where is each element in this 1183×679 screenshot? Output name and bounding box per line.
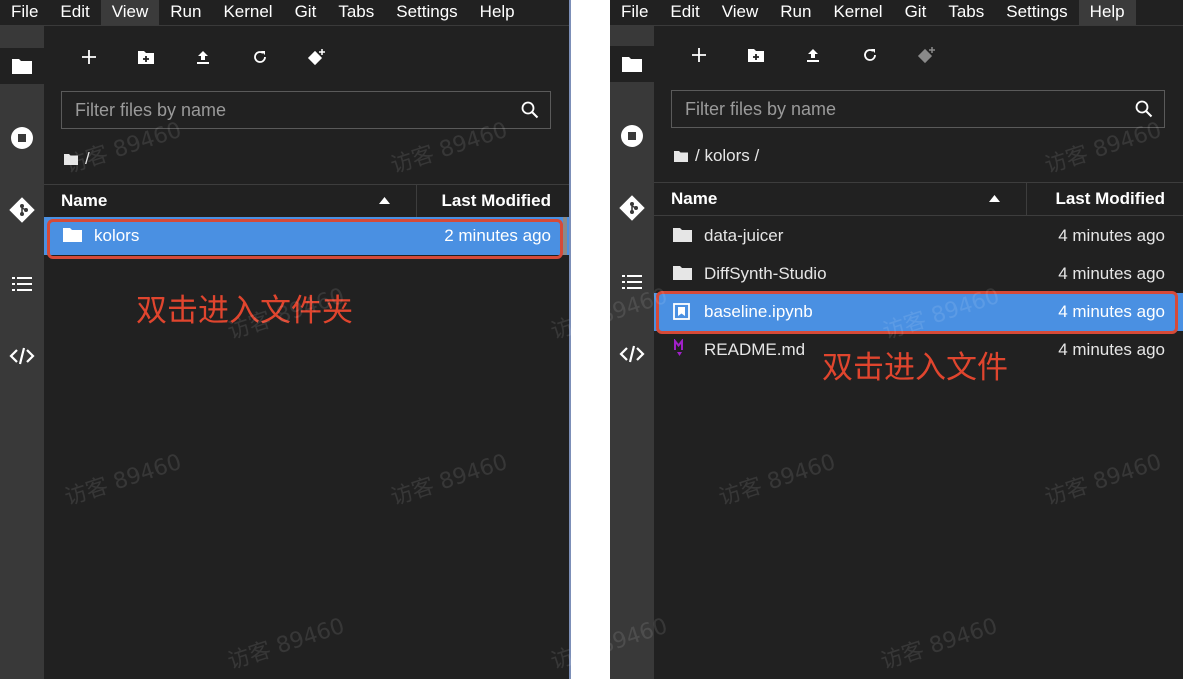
menu-file[interactable]: File	[610, 0, 659, 25]
plus-icon	[81, 50, 96, 64]
upload-icon	[196, 51, 209, 64]
code-icon	[9, 347, 35, 365]
menu-bar: File Edit View Run Kernel Git Tabs Setti…	[610, 0, 1183, 25]
menu-run[interactable]: Run	[769, 0, 822, 25]
folder-icon	[673, 228, 692, 242]
sort-ascending-icon	[989, 195, 1000, 202]
listing-header: Name Last Modified	[44, 184, 569, 218]
menu-settings[interactable]: Settings	[995, 0, 1078, 25]
left-screenshot-panel: File Edit View Run Kernel Git Tabs Setti…	[0, 0, 571, 679]
file-name: README.md	[704, 340, 806, 359]
new-folder-icon	[137, 50, 154, 64]
new-launcher-button[interactable]	[60, 42, 117, 72]
menu-tabs[interactable]: Tabs	[937, 0, 995, 25]
column-divider[interactable]	[416, 185, 417, 217]
toc-tab[interactable]	[0, 266, 44, 302]
filter-box	[671, 90, 1165, 128]
markdown-icon	[674, 339, 683, 356]
file-name: DiffSynth-Studio	[704, 264, 827, 283]
menu-git[interactable]: Git	[284, 0, 328, 25]
modified-column-header[interactable]: Last Modified	[441, 191, 551, 211]
running-tab[interactable]	[610, 118, 654, 154]
git-clone-icon	[307, 49, 325, 66]
git-clone-icon	[917, 47, 935, 64]
annotation-text: 双击进入文件	[822, 350, 1008, 386]
menu-view[interactable]: View	[100, 0, 160, 25]
right-screenshot-panel: File Edit View Run Kernel Git Tabs Setti…	[610, 0, 1183, 679]
plus-icon	[691, 48, 706, 62]
search-icon	[521, 101, 539, 119]
file-modified: 4 minutes ago	[1058, 340, 1165, 359]
menu-help[interactable]: Help	[469, 0, 526, 25]
menu-edit[interactable]: Edit	[49, 0, 100, 25]
refresh-button[interactable]	[231, 42, 288, 72]
upload-icon	[806, 49, 819, 62]
breadcrumb: / kolors /	[674, 145, 759, 167]
menu-help[interactable]: Help	[1078, 0, 1136, 25]
git-tab[interactable]	[610, 190, 654, 226]
upload-button[interactable]	[784, 40, 841, 70]
file-toolbar	[60, 42, 345, 72]
modified-column-header[interactable]: Last Modified	[1055, 189, 1165, 209]
file-toolbar	[670, 40, 955, 70]
menu-settings[interactable]: Settings	[385, 0, 468, 25]
highlight-box	[47, 219, 563, 259]
sort-ascending-icon	[379, 197, 390, 204]
menu-kernel[interactable]: Kernel	[212, 0, 283, 25]
file-modified: 4 minutes ago	[1058, 264, 1165, 283]
name-column-header[interactable]: Name	[61, 191, 107, 211]
new-launcher-button[interactable]	[670, 40, 727, 70]
upload-button[interactable]	[174, 42, 231, 72]
menu-view[interactable]: View	[711, 0, 770, 25]
git-icon	[619, 195, 645, 221]
file-row-data-juicer[interactable]: data-juicer 4 minutes ago	[654, 217, 1183, 255]
refresh-icon	[253, 51, 266, 63]
folder-icon	[12, 59, 32, 74]
code-tab[interactable]	[0, 338, 44, 374]
menu-git[interactable]: Git	[894, 0, 938, 25]
menu-run[interactable]: Run	[159, 0, 212, 25]
menu-edit[interactable]: Edit	[659, 0, 710, 25]
stop-circle-icon	[11, 127, 33, 149]
git-tab[interactable]	[0, 192, 44, 228]
column-divider[interactable]	[1026, 183, 1027, 215]
breadcrumb-path[interactable]: / kolors /	[695, 146, 759, 166]
refresh-button[interactable]	[841, 40, 898, 70]
home-folder-icon[interactable]	[674, 150, 688, 162]
menu-file[interactable]: File	[0, 0, 49, 25]
git-clone-button[interactable]	[898, 40, 955, 70]
activity-bar	[0, 26, 44, 679]
refresh-icon	[863, 49, 876, 61]
new-folder-button[interactable]	[727, 40, 784, 70]
code-icon	[619, 345, 645, 363]
new-folder-icon	[747, 48, 764, 62]
name-column-header[interactable]: Name	[671, 189, 717, 209]
activity-bar	[610, 26, 654, 679]
file-name: data-juicer	[704, 226, 784, 245]
file-modified: 4 minutes ago	[1058, 226, 1165, 245]
folder-icon	[673, 266, 692, 280]
code-tab[interactable]	[610, 336, 654, 372]
file-browser-tab[interactable]	[0, 48, 44, 84]
git-icon	[9, 197, 35, 223]
menu-bar: File Edit View Run Kernel Git Tabs Setti…	[0, 0, 569, 25]
stop-circle-icon	[621, 125, 643, 147]
filter-input[interactable]	[672, 91, 1164, 127]
new-folder-button[interactable]	[117, 42, 174, 72]
running-tab[interactable]	[0, 120, 44, 156]
file-browser-tab[interactable]	[610, 46, 654, 82]
git-clone-button[interactable]	[288, 42, 345, 72]
menu-kernel[interactable]: Kernel	[822, 0, 893, 25]
file-row-diffsynth-studio[interactable]: DiffSynth-Studio 4 minutes ago	[654, 255, 1183, 293]
menu-tabs[interactable]: Tabs	[327, 0, 385, 25]
folder-icon	[622, 57, 642, 72]
listing-header: Name Last Modified	[654, 182, 1183, 216]
list-icon	[12, 277, 32, 291]
scrollbar[interactable]	[563, 217, 567, 255]
